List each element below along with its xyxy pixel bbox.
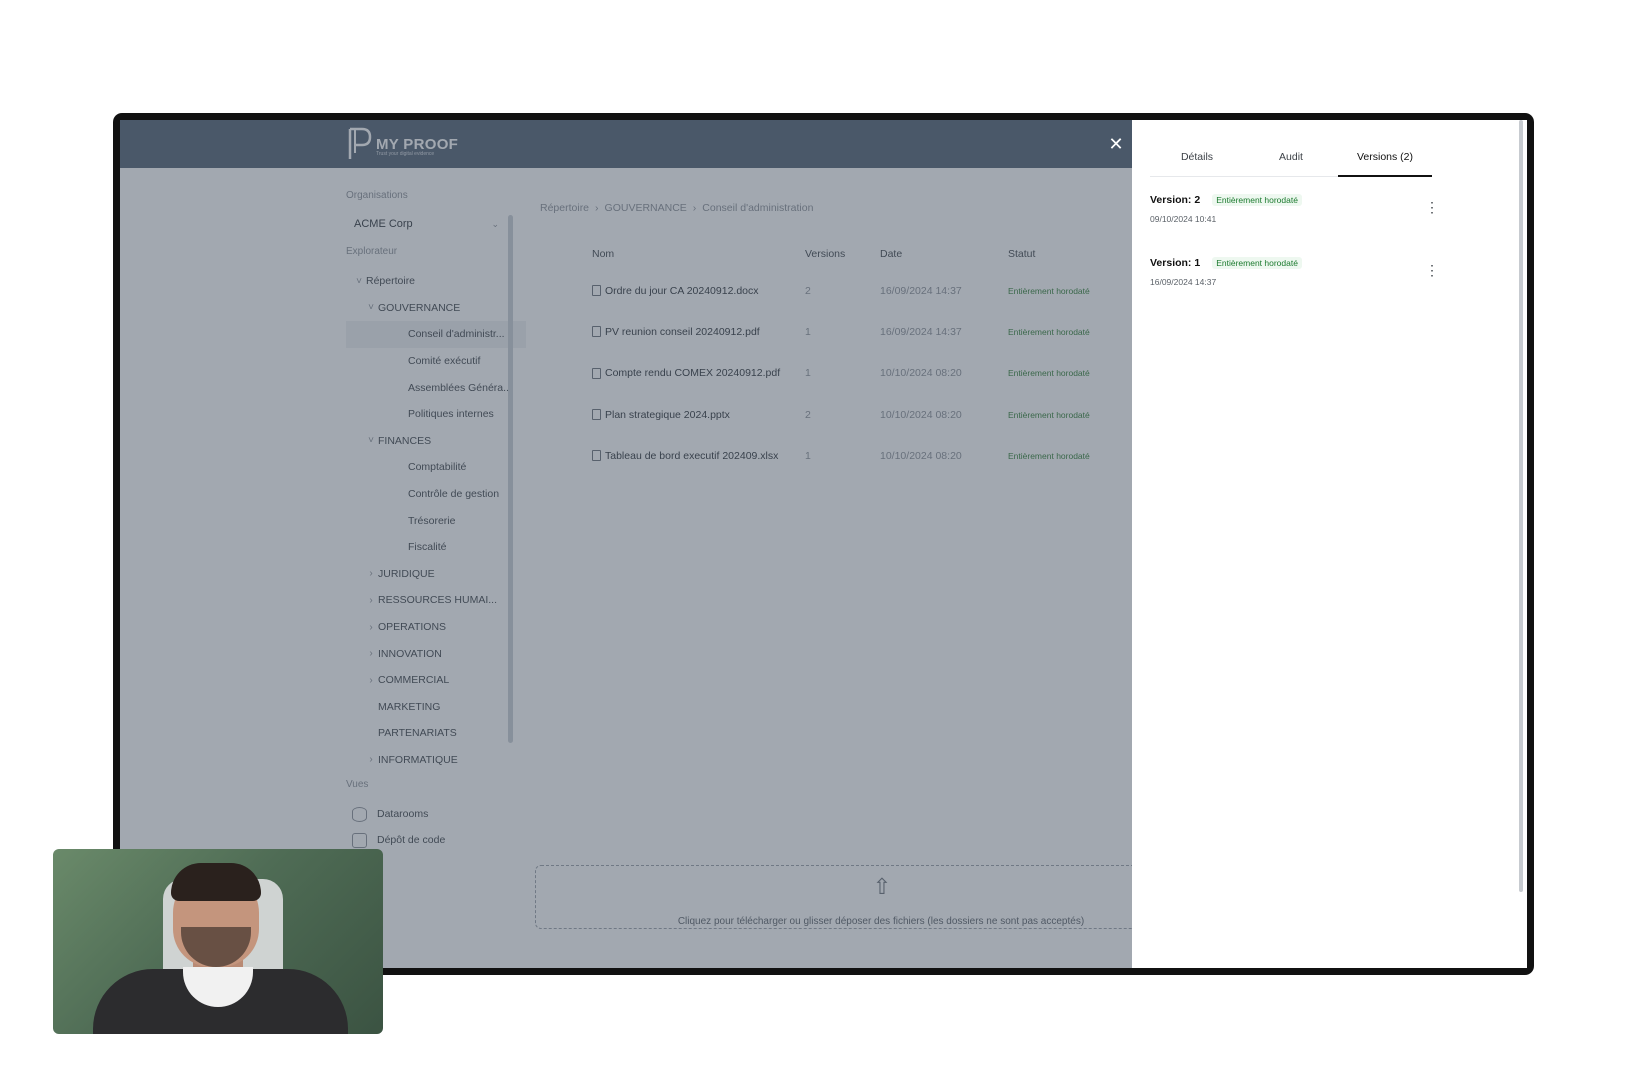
version-label: Version: 2 — [1150, 194, 1201, 206]
screen: MY PROOF Trust your digital evidence Org… — [120, 120, 1527, 968]
app-window: MY PROOF Trust your digital evidence Org… — [120, 120, 1189, 968]
version-item: Version: 2 Entièrement horodaté 09/10/20… — [1150, 192, 1439, 224]
details-panel: Détails Audit Versions (2) Version: 2 En… — [1132, 120, 1527, 968]
webcam-overlay — [53, 849, 383, 1034]
version-label: Version: 1 — [1150, 257, 1201, 269]
version-item: Version: 1 Entièrement horodaté 16/09/20… — [1150, 255, 1439, 287]
webcam-person-hair — [171, 863, 261, 901]
panel-scrollbar[interactable] — [1519, 120, 1523, 892]
status-badge: Entièrement horodaté — [1212, 194, 1302, 206]
version-date: 16/09/2024 14:37 — [1150, 277, 1217, 287]
status-badge: Entièrement horodaté — [1212, 257, 1302, 269]
panel-tabs: Détails Audit Versions (2) — [1150, 138, 1432, 177]
close-icon[interactable]: ✕ — [1105, 133, 1127, 155]
tab-audit[interactable]: Audit — [1244, 138, 1338, 176]
more-vertical-icon[interactable]: ⋮ — [1425, 199, 1439, 215]
tab-versions[interactable]: Versions (2) — [1338, 138, 1432, 177]
version-date: 09/10/2024 10:41 — [1150, 214, 1217, 224]
more-vertical-icon[interactable]: ⋮ — [1425, 262, 1439, 278]
modal-overlay[interactable] — [120, 120, 1189, 968]
tab-details[interactable]: Détails — [1150, 138, 1244, 176]
monitor-frame: MY PROOF Trust your digital evidence Org… — [113, 113, 1534, 975]
